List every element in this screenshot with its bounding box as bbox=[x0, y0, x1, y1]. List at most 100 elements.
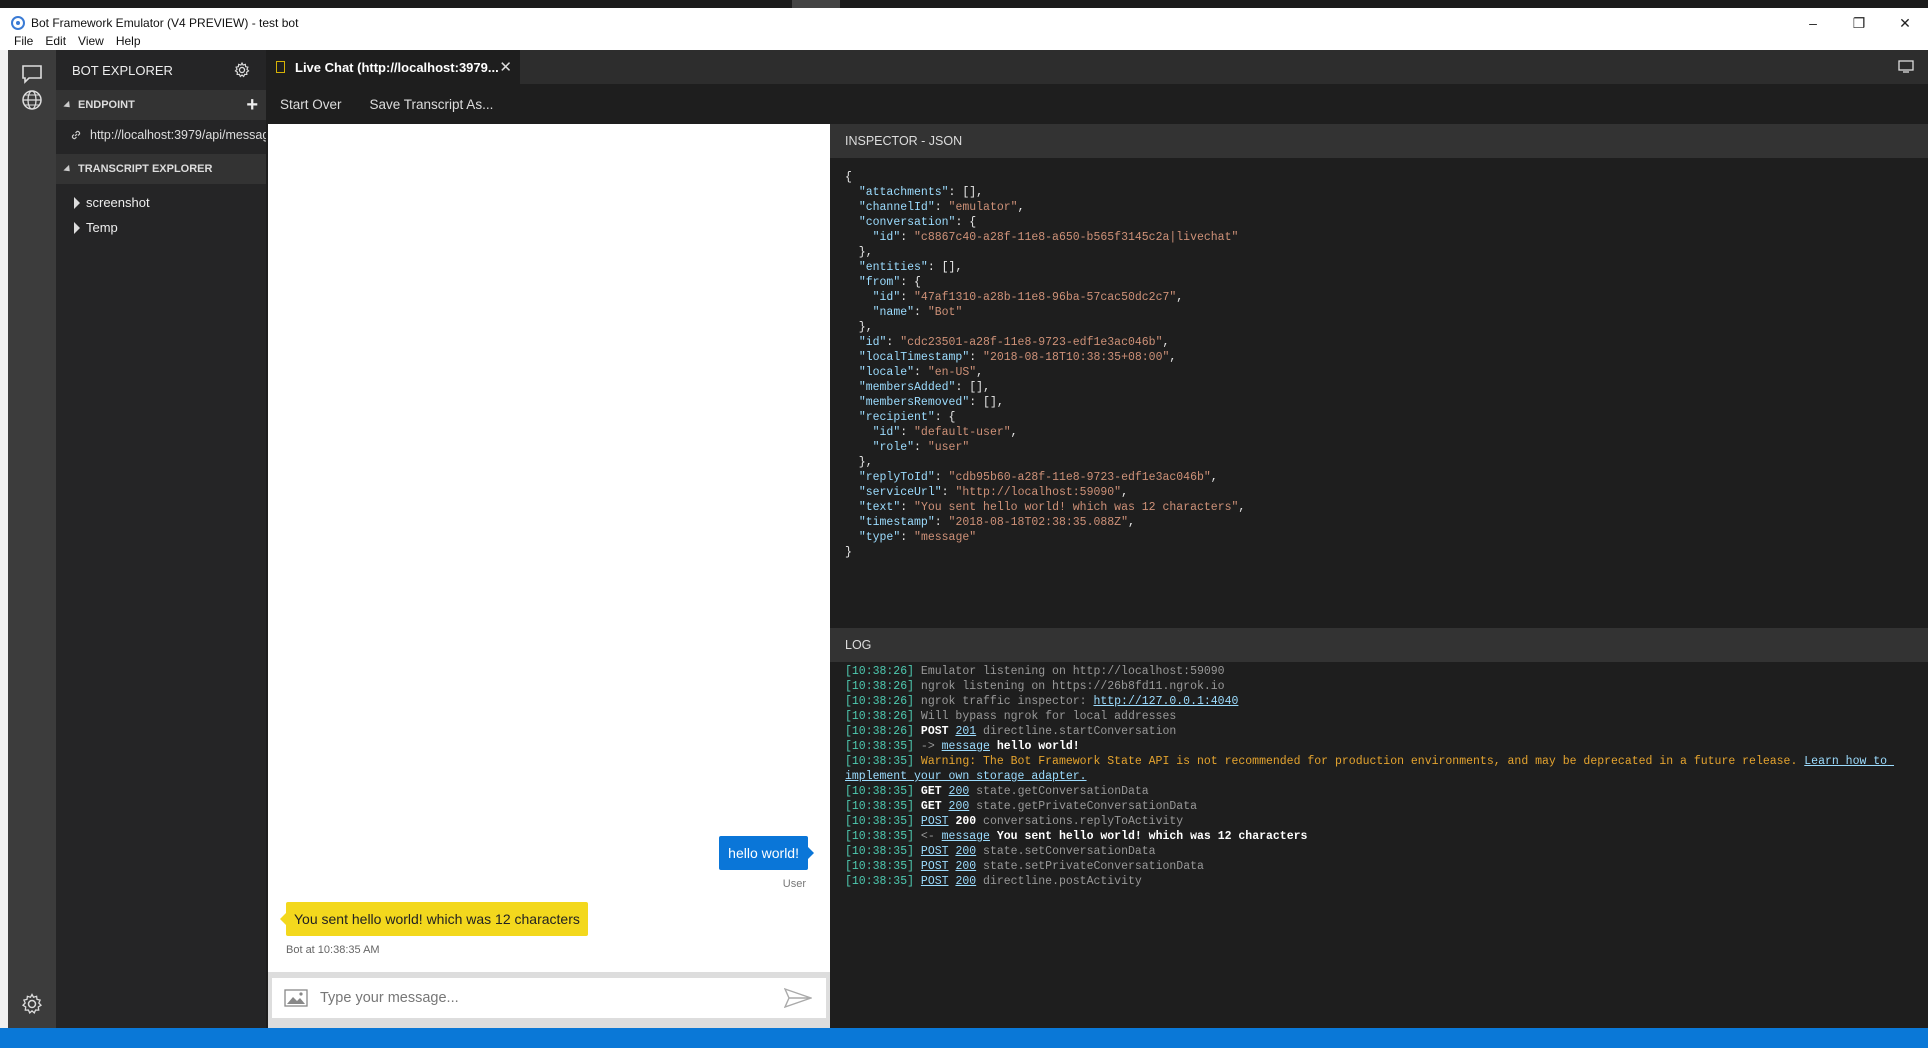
json-token: { bbox=[969, 216, 977, 229]
log-text: conversations.replyToActivity bbox=[976, 815, 1184, 828]
image-upload-icon[interactable] bbox=[284, 989, 308, 1007]
log-header: LOG bbox=[830, 628, 1928, 662]
start-over-button[interactable]: Start Over bbox=[280, 97, 342, 112]
menu-help[interactable]: Help bbox=[116, 34, 141, 48]
log-link[interactable]: 201 bbox=[955, 725, 976, 738]
menu-edit[interactable]: Edit bbox=[45, 34, 66, 48]
log-link[interactable]: 200 bbox=[955, 875, 976, 888]
log-link[interactable]: POST bbox=[921, 815, 949, 828]
log-link[interactable]: message bbox=[942, 740, 990, 753]
user-message-meta: User bbox=[782, 878, 806, 890]
bot-explorer: BOT EXPLORER ENDPOINT + http://localhost… bbox=[56, 50, 266, 1028]
top-strip-segment bbox=[792, 0, 840, 8]
endpoint-section-header[interactable]: ENDPOINT + bbox=[56, 90, 266, 120]
log-line: [10:38:35] POST 200 directline.postActiv… bbox=[845, 874, 1921, 889]
log-link[interactable]: 200 bbox=[949, 785, 970, 798]
log-link[interactable]: POST bbox=[921, 860, 949, 873]
log-text: You sent hello world! which was 12 chara… bbox=[989, 830, 1308, 843]
transcript-header-label: TRANSCRIPT EXPLORER bbox=[78, 163, 213, 175]
json-token: , bbox=[996, 396, 1004, 409]
json-key: "id" bbox=[872, 231, 901, 244]
log-text: Emulator listening on http://localhost:5… bbox=[920, 665, 1225, 678]
message-input[interactable]: Type your message... bbox=[272, 978, 826, 1018]
log-link[interactable]: POST bbox=[921, 875, 949, 888]
menu-file[interactable]: File bbox=[14, 34, 33, 48]
save-transcript-button[interactable]: Save Transcript As... bbox=[370, 97, 494, 112]
log-link[interactable]: 200 bbox=[949, 800, 970, 813]
transcript-folder-item[interactable]: Temp bbox=[56, 215, 266, 240]
log-text: state.setPrivateConversationData bbox=[976, 860, 1204, 873]
json-token: : bbox=[900, 501, 915, 514]
json-key: "recipient" bbox=[858, 411, 935, 424]
log-link[interactable]: 200 bbox=[955, 845, 976, 858]
nav-rail bbox=[8, 50, 56, 1028]
log-timestamp: [10:38:26] bbox=[845, 725, 921, 738]
json-token: : bbox=[934, 411, 949, 424]
json-key: "localTimestamp" bbox=[858, 351, 970, 364]
gear-icon[interactable] bbox=[234, 61, 250, 78]
tab-label: Live Chat (http://localhost:3979... bbox=[295, 59, 499, 75]
top-strip bbox=[0, 0, 1928, 8]
explorer-header: BOT EXPLORER bbox=[56, 50, 266, 90]
log-timestamp: [10:38:35] bbox=[845, 875, 921, 888]
document-icon bbox=[276, 61, 285, 73]
folder-label: screenshot bbox=[86, 195, 150, 210]
json-token: , bbox=[1169, 351, 1177, 364]
monitor-icon[interactable] bbox=[1898, 60, 1914, 73]
transcript-section-header[interactable]: TRANSCRIPT EXPLORER bbox=[56, 154, 266, 184]
json-token: [] bbox=[969, 381, 984, 394]
json-key: "name" bbox=[872, 306, 915, 319]
log-line: [10:38:35] <- message You sent hello wor… bbox=[845, 829, 1921, 844]
json-token: { bbox=[948, 411, 956, 424]
tab-close-button[interactable]: ✕ bbox=[499, 58, 512, 76]
menu-view[interactable]: View bbox=[78, 34, 104, 48]
globe-icon[interactable] bbox=[8, 76, 56, 124]
json-token: , bbox=[1162, 336, 1170, 349]
log-text: directline.startConversation bbox=[976, 725, 1177, 738]
json-key: "attachments" bbox=[858, 186, 949, 199]
log-text: state.getPrivateConversationData bbox=[969, 800, 1198, 813]
status-bar bbox=[0, 1028, 1928, 1048]
outer-strip bbox=[0, 50, 8, 1028]
json-key: "id" bbox=[872, 426, 901, 439]
log-text: Warning: The Bot Framework State API is … bbox=[920, 755, 1805, 768]
add-endpoint-button[interactable]: + bbox=[246, 94, 258, 117]
json-token: } bbox=[845, 246, 866, 259]
json-value: "emulator" bbox=[948, 201, 1018, 214]
chat-input-area: Type your message... bbox=[268, 972, 832, 1028]
json-token: , bbox=[955, 261, 963, 274]
json-token: : bbox=[900, 276, 915, 289]
transcript-folder-item[interactable]: screenshot bbox=[56, 190, 266, 215]
log-link[interactable]: POST bbox=[921, 845, 949, 858]
log-link[interactable]: http://127.0.0.1:4040 bbox=[1093, 695, 1238, 708]
log-link[interactable]: 200 bbox=[955, 860, 976, 873]
log-link[interactable]: message bbox=[942, 830, 990, 843]
bot-message-bubble[interactable]: You sent hello world! which was 12 chara… bbox=[280, 902, 588, 936]
json-value: "47af1310-a28b-11e8-96ba-57cac50dc2c7" bbox=[914, 291, 1177, 304]
json-token: : bbox=[941, 486, 956, 499]
json-key: "membersRemoved" bbox=[858, 396, 970, 409]
tab-live-chat[interactable]: Live Chat (http://localhost:3979... ✕ bbox=[266, 50, 520, 84]
json-token: : bbox=[955, 381, 970, 394]
settings-icon[interactable] bbox=[8, 980, 56, 1028]
app-logo-icon bbox=[11, 16, 25, 30]
user-message-bubble[interactable]: hello world! bbox=[719, 836, 814, 870]
json-token: { bbox=[914, 276, 921, 289]
app-window: Bot Framework Emulator (V4 PREVIEW) - te… bbox=[0, 0, 1928, 1048]
send-icon[interactable] bbox=[783, 987, 814, 1009]
json-token: { bbox=[845, 171, 852, 184]
json-value: "http://localhost:59090" bbox=[955, 486, 1122, 499]
json-token: , bbox=[865, 456, 873, 469]
json-key: "timestamp" bbox=[858, 516, 935, 529]
endpoint-item[interactable]: http://localhost:3979/api/messages bbox=[56, 120, 266, 150]
json-token: [] bbox=[962, 186, 977, 199]
